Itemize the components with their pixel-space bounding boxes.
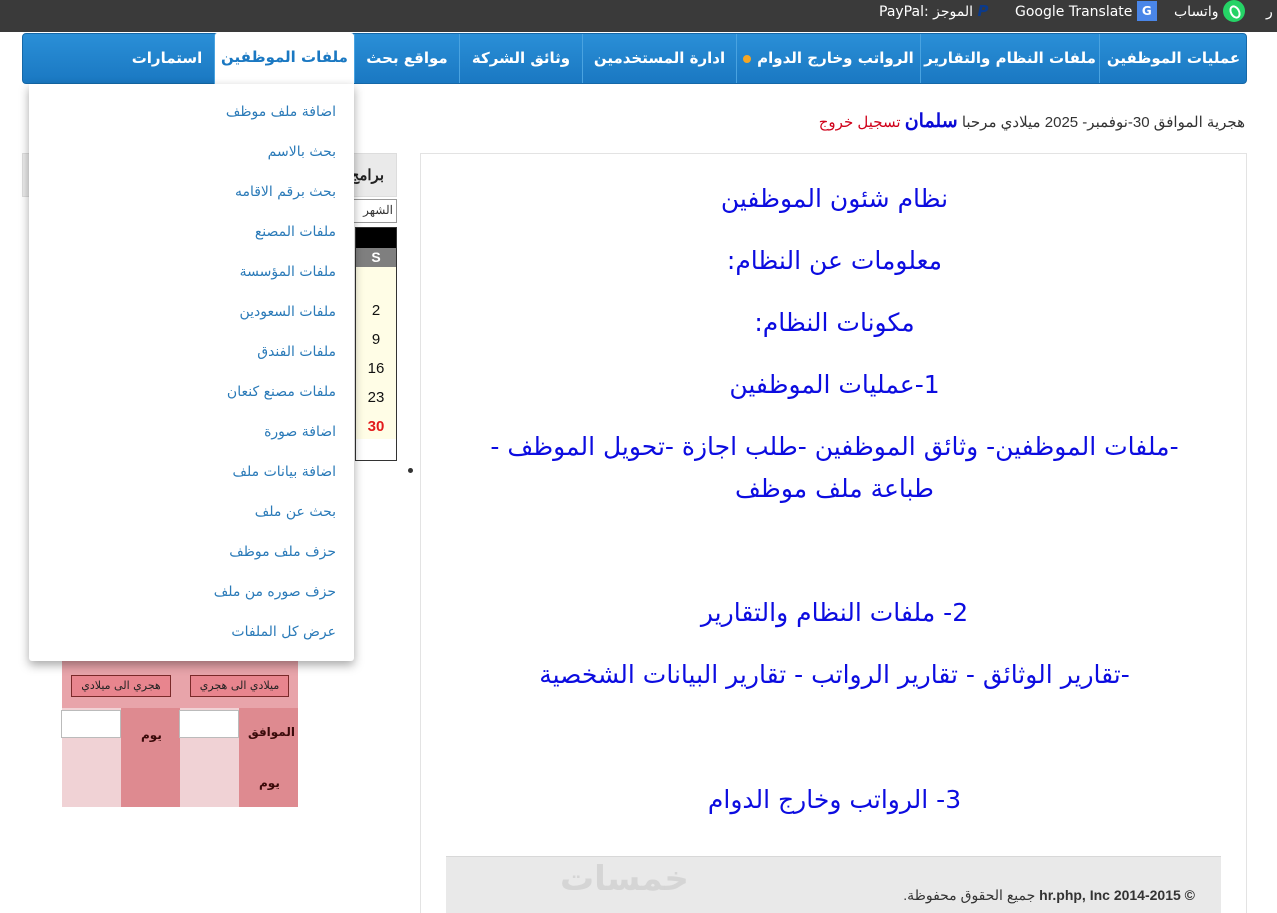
paypal-icon: P (977, 2, 989, 20)
copyright-rest: جميع الحقوق محفوظة. (903, 887, 1036, 903)
paypal-link[interactable]: PayPal: الموجز P (879, 0, 991, 32)
calendar-weekday-header: S (356, 248, 396, 267)
section-1-items-cont: طباعة ملف موظف (735, 474, 934, 503)
calendar-day[interactable]: 9 (356, 331, 396, 348)
menu-item-add-file-data[interactable]: اضافة بيانات ملف (233, 464, 337, 480)
calendar-day[interactable]: 23 (356, 389, 396, 406)
day-label: يوم (141, 728, 162, 742)
employee-files-dropdown: اضافة ملف موظف بحث بالاسم بحث برقم الاقا… (29, 84, 354, 661)
section-1-items: -ملفات الموظفين- وثائق الموظفين -طلب اجا… (490, 432, 1179, 461)
programs-box-title: برامج (349, 167, 384, 184)
menu-item-add-employee-file[interactable]: اضافة ملف موظف (226, 104, 336, 120)
system-components-heading: مكونات النظام: (754, 308, 915, 337)
nav-tab-system-files-reports[interactable]: ملفات النظام والتقارير (920, 34, 1099, 83)
gregorian-to-hijri-button[interactable]: ميلادي الى هجري (190, 675, 289, 697)
menu-item-factory-files[interactable]: ملفات المصنع (255, 224, 336, 240)
whatsapp-icon (1222, 0, 1245, 22)
whatsapp-link[interactable]: واتساب (1174, 0, 1245, 32)
menu-item-add-photo[interactable]: اضافة صورة (264, 424, 336, 440)
nav-tab-label: ملفات النظام والتقارير (924, 49, 1096, 67)
converter-result-input[interactable] (61, 710, 121, 738)
menu-item-search-by-name[interactable]: بحث بالاسم (268, 144, 336, 160)
nav-tab-employee-files[interactable]: ملفات الموظفين (214, 33, 354, 85)
hijri-to-gregorian-button[interactable]: هجري الى ميلادي (71, 675, 171, 697)
logout-link[interactable]: تسجيل خروج (819, 114, 901, 131)
month-select[interactable]: الشهر (350, 199, 397, 223)
nav-tab-employee-operations[interactable]: عمليات الموظفين (1099, 34, 1247, 83)
footer: خمسات © hr.php, Inc 2014-2015 جميع الحقو… (446, 856, 1221, 913)
menu-item-saudi-files[interactable]: ملفات السعودين (239, 304, 336, 320)
nav-tab-user-management[interactable]: ادارة المستخدمين (582, 34, 736, 83)
nav-tab-salaries-overtime[interactable]: الرواتب وخارج الدوام (736, 34, 920, 83)
nav-tab-company-documents[interactable]: وثائق الشركة (459, 34, 582, 83)
menu-item-delete-photo[interactable]: حزف صوره من ملف (214, 584, 336, 600)
toolbar-truncated-text: ر (1266, 4, 1273, 20)
converter-column (121, 708, 180, 807)
system-info-heading: معلومات عن النظام: (726, 246, 943, 275)
nav-tab-label: مواقع بحث (366, 49, 448, 67)
nav-tab-search-sites[interactable]: مواقع بحث (354, 34, 459, 83)
section-2-heading: 2- ملفات النظام والتقارير (700, 598, 969, 627)
nav-tab-forms[interactable]: استمارات (120, 34, 214, 83)
list-bullet (408, 468, 413, 473)
nav-tab-label: استمارات (131, 49, 203, 67)
calendar-body: 2 9 16 23 30 (356, 267, 396, 439)
nav-tab-label: وثائق الشركة (471, 49, 571, 67)
menu-item-delete-employee-file[interactable]: حزف ملف موظف (229, 544, 336, 560)
day-label-2: يوم (259, 776, 280, 790)
nav-tab-label: الرواتب وخارج الدوام (757, 49, 914, 67)
welcome-bar: هجرية الموافق 30-نوفمبر- 2025 ميلادي مرح… (819, 110, 1245, 133)
calendar-header-bar (356, 228, 396, 248)
calendar-widget: S 2 9 16 23 30 (355, 227, 397, 461)
calendar-day[interactable]: 16 (356, 360, 396, 377)
google-translate-link[interactable]: Google Translate G (1015, 0, 1157, 32)
calendar-day[interactable]: 2 (356, 302, 396, 319)
date-converter: هجري الى ميلادي ميلادي الى هجري يوم المو… (61, 660, 298, 807)
browser-toolbar: ر واتساب Google Translate G PayPal: المو… (0, 0, 1277, 32)
section-3-heading: 3- الرواتب وخارج الدوام (707, 785, 962, 814)
menu-item-view-all-files[interactable]: عرض كل الملفات (231, 624, 336, 640)
nav-tab-label: ملفات الموظفين (221, 48, 348, 66)
converter-button-row: هجري الى ميلادي ميلادي الى هجري (62, 660, 298, 708)
section-1-heading: 1-عمليات الموظفين (729, 370, 940, 399)
menu-item-hotel-files[interactable]: ملفات الفندق (257, 344, 336, 360)
converter-column (239, 708, 298, 807)
nav-tab-label: عمليات الموظفين (1106, 49, 1241, 67)
section-2-items: -تقارير الوثائق - تقارير الرواتب - تقاري… (539, 660, 1130, 689)
menu-item-search-by-iqama[interactable]: بحث برقم الاقامه (235, 184, 336, 200)
corresponds-label: الموافق (248, 725, 295, 739)
menu-item-establishment-files[interactable]: ملفات المؤسسة (240, 264, 336, 280)
nav-tab-label: ادارة المستخدمين (593, 49, 726, 67)
watermark-logo: خمسات (560, 859, 689, 899)
calendar-day-today[interactable]: 30 (356, 418, 396, 435)
copyright-text: © hr.php, Inc 2014-2015 جميع الحقوق محفو… (903, 887, 1195, 904)
paypal-label: PayPal: الموجز (879, 4, 974, 20)
notification-dot-icon (743, 54, 752, 63)
google-translate-label: Google Translate (1015, 4, 1133, 20)
menu-item-search-file[interactable]: بحث عن ملف (255, 504, 336, 520)
google-translate-icon: G (1136, 1, 1157, 21)
copyright-bold: © hr.php, Inc 2014-2015 (1039, 887, 1195, 903)
main-navigation: عمليات الموظفين ملفات النظام والتقارير ا… (22, 33, 1247, 85)
system-title: نظام شئون الموظفين (720, 184, 949, 213)
converter-day-input[interactable] (179, 710, 239, 738)
username: سلمان (904, 111, 958, 132)
menu-item-kanaan-factory-files[interactable]: ملفات مصنع كنعان (227, 384, 336, 400)
main-content: نظام شئون الموظفين معلومات عن النظام: مك… (420, 153, 1247, 913)
whatsapp-label: واتساب (1174, 4, 1219, 20)
date-text: هجرية الموافق 30-نوفمبر- 2025 ميلادي مرح… (961, 114, 1245, 131)
